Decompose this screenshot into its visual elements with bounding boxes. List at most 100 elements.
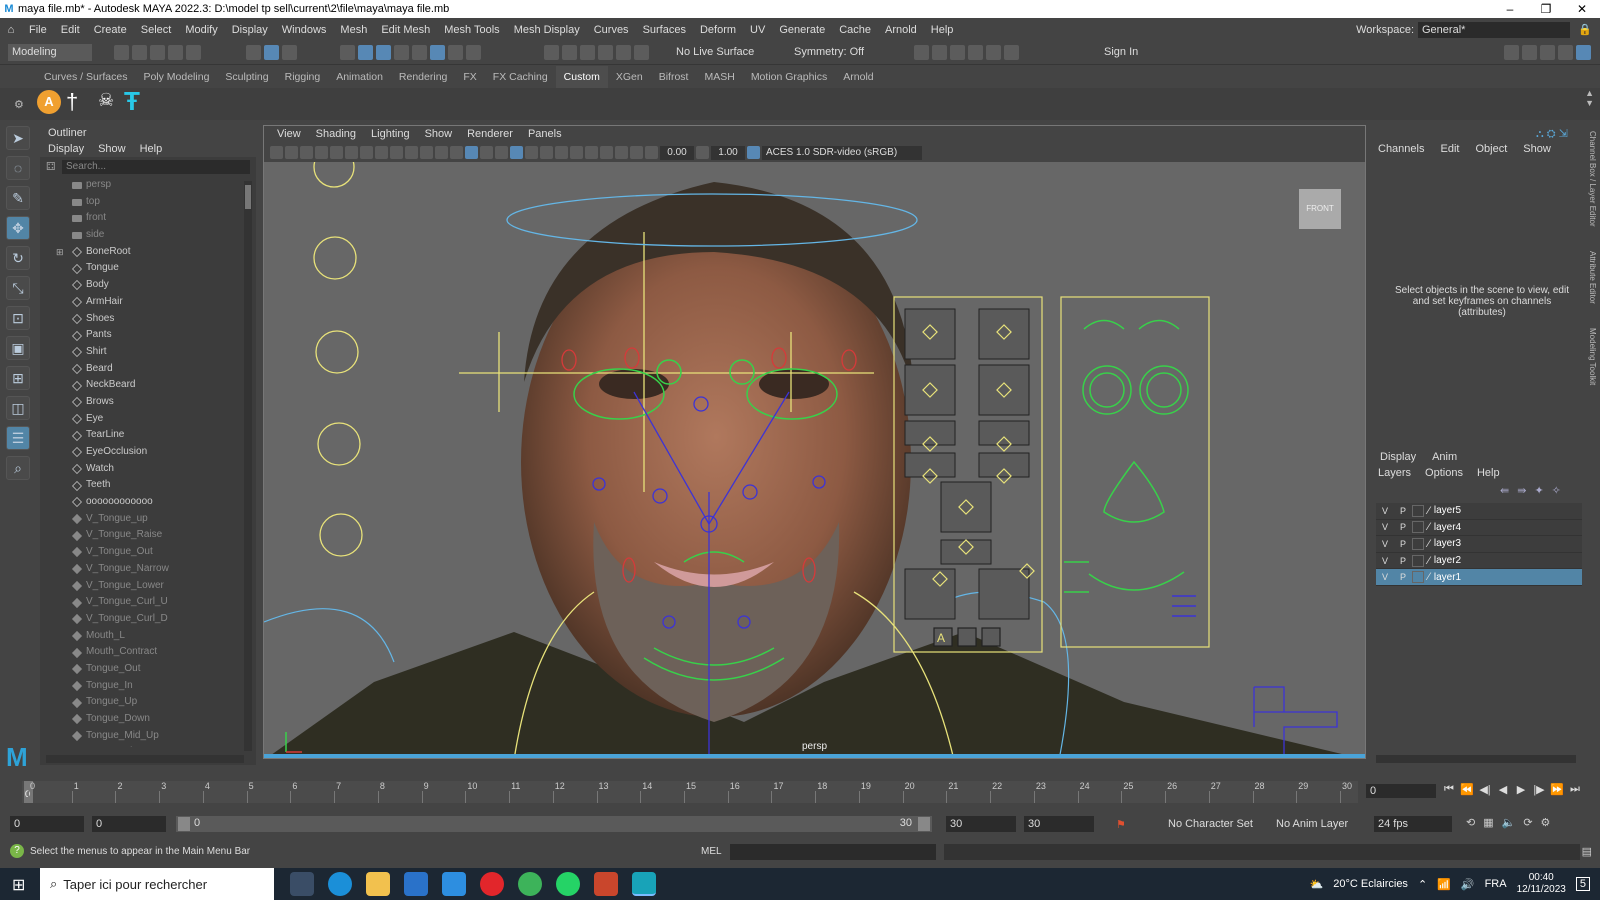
shelf-tab-curves-surfaces[interactable]: Curves / Surfaces xyxy=(36,66,135,88)
shelf-tab-rendering[interactable]: Rendering xyxy=(391,66,455,88)
layer-playback-toggle[interactable]: P xyxy=(1394,572,1412,582)
antialias-icon[interactable] xyxy=(615,146,628,159)
anim-start-field[interactable]: 0 xyxy=(92,816,166,832)
menu-windows[interactable]: Windows xyxy=(275,24,334,36)
undo-icon[interactable] xyxy=(168,45,183,60)
image-plane-icon[interactable] xyxy=(315,146,328,159)
film-gate-icon[interactable] xyxy=(375,146,388,159)
current-frame-field[interactable]: 0 xyxy=(1366,784,1436,798)
isolate-icon[interactable] xyxy=(585,146,598,159)
outliner-item[interactable]: Mouth_Contract xyxy=(40,644,244,661)
shelf-tab-arnold[interactable]: Arnold xyxy=(835,66,881,88)
viewport-menu-panels[interactable]: Panels xyxy=(521,126,569,143)
snap-surface-icon[interactable] xyxy=(412,45,427,60)
network-icon[interactable]: 📶 xyxy=(1437,878,1451,891)
layer-row[interactable]: V P ⁄ layer5 xyxy=(1376,503,1582,520)
outliner-item[interactable]: persp xyxy=(40,177,244,194)
outliner-item[interactable]: Tongue_Down xyxy=(40,711,244,728)
cb-menu-show[interactable]: Show xyxy=(1523,143,1551,155)
outliner-item[interactable]: Beard xyxy=(40,361,244,378)
menu-select[interactable]: Select xyxy=(134,24,179,36)
twod-pan-icon[interactable] xyxy=(330,146,343,159)
fps-dropdown[interactable]: 24 fps xyxy=(1374,816,1452,832)
smooth-shade-icon[interactable] xyxy=(465,146,478,159)
outliner-item[interactable]: Body xyxy=(40,277,244,294)
menu-modify[interactable]: Modify xyxy=(178,24,224,36)
shelf-tab-poly-modeling[interactable]: Poly Modeling xyxy=(135,66,217,88)
new-layer-selected-icon[interactable]: ✧ xyxy=(1552,484,1561,497)
menu-cache[interactable]: Cache xyxy=(832,24,878,36)
move-layer-down-icon[interactable]: ⇛ xyxy=(1517,484,1526,497)
outliner-item[interactable]: Shoes xyxy=(40,311,244,328)
layer-hscrollbar[interactable] xyxy=(1376,755,1576,763)
layer-color-swatch[interactable] xyxy=(1412,521,1424,534)
shelf-tab-mash[interactable]: MASH xyxy=(696,66,742,88)
select-tool-icon[interactable]: ➤ xyxy=(6,126,30,150)
outliner-item[interactable]: Eye xyxy=(40,411,244,428)
render-frame-icon[interactable] xyxy=(914,45,929,60)
rotate-tool-icon[interactable]: ↻ xyxy=(6,246,30,270)
viewport-menu-renderer[interactable]: Renderer xyxy=(460,126,520,143)
outliner-item[interactable]: EyeOcclusion xyxy=(40,444,244,461)
layer-visibility-toggle[interactable]: V xyxy=(1376,506,1394,516)
whatsapp-icon[interactable] xyxy=(556,872,580,896)
outliner-item[interactable]: Tongue_Mid_Up xyxy=(40,728,244,745)
move-layer-up-icon[interactable]: ⇚ xyxy=(1500,484,1509,497)
two-view-icon[interactable]: ◫ xyxy=(6,396,30,420)
language-indicator[interactable]: FRA xyxy=(1485,878,1507,890)
viewport-menu-show[interactable]: Show xyxy=(418,126,460,143)
shelf-tab-motion-graphics[interactable]: Motion Graphics xyxy=(743,66,835,88)
new-layer-icon[interactable]: ✦ xyxy=(1534,484,1543,497)
menu-generate[interactable]: Generate xyxy=(772,24,832,36)
windows-start-icon[interactable]: ⊞ xyxy=(12,875,25,895)
outliner-item[interactable]: ArmHair xyxy=(40,294,244,311)
xray-joints-icon[interactable] xyxy=(570,146,583,159)
textured-icon[interactable] xyxy=(495,146,508,159)
filter-icon[interactable]: ⚃ xyxy=(46,160,56,173)
scale-tool-icon[interactable]: ⤡ xyxy=(6,276,30,300)
menu-mesh[interactable]: Mesh xyxy=(333,24,374,36)
save-scene-icon[interactable] xyxy=(150,45,165,60)
outliner-hscrollbar[interactable] xyxy=(46,755,244,763)
layer-row[interactable]: V P ⁄ layer2 xyxy=(1376,552,1582,570)
last-tool-icon[interactable]: ⊡ xyxy=(6,306,30,330)
shelf-tab-sculpting[interactable]: Sculpting xyxy=(217,66,276,88)
layer-color-swatch[interactable] xyxy=(1412,537,1424,550)
layout-icon-5[interactable] xyxy=(1576,45,1591,60)
outliner-layout-icon[interactable]: ☰ xyxy=(6,426,30,450)
layer-color-swatch[interactable] xyxy=(1412,554,1424,567)
menu-curves[interactable]: Curves xyxy=(587,24,636,36)
auto-key-icon[interactable]: ⚑ xyxy=(1116,818,1126,831)
four-view-icon[interactable]: ⊞ xyxy=(6,366,30,390)
open-scene-icon[interactable] xyxy=(132,45,147,60)
outliner-search-input[interactable]: Search... xyxy=(62,160,250,174)
sound-icon[interactable]: 🔈 xyxy=(1502,816,1516,829)
select-object-icon[interactable] xyxy=(264,45,279,60)
history-icon[interactable] xyxy=(634,45,649,60)
side-tab-modeling-toolkit[interactable]: Modeling Toolkit xyxy=(1588,328,1597,385)
menu-deform[interactable]: Deform xyxy=(693,24,743,36)
move-tool-icon[interactable]: ✥ xyxy=(6,216,30,240)
viewport-menu-lighting[interactable]: Lighting xyxy=(364,126,417,143)
workspace-dropdown[interactable]: General* xyxy=(1418,22,1570,38)
outliner-item[interactable]: NeckBeard xyxy=(40,377,244,394)
redo-icon[interactable] xyxy=(186,45,201,60)
render-settings-icon[interactable] xyxy=(950,45,965,60)
shelf-tab-rigging[interactable]: Rigging xyxy=(277,66,329,88)
outliner-item[interactable]: top xyxy=(40,194,244,211)
outliner-item[interactable]: Tongue_Tip_Up xyxy=(40,744,244,747)
wireframe-icon[interactable] xyxy=(450,146,463,159)
menu-create[interactable]: Create xyxy=(87,24,134,36)
outliner-item[interactable]: Tongue_Out xyxy=(40,661,244,678)
le-menu-options[interactable]: Options xyxy=(1425,467,1463,479)
viewport-panel[interactable]: View Shading Lighting Show Renderer Panels 0.… xyxy=(263,125,1366,759)
camera-select-icon[interactable] xyxy=(270,146,283,159)
camera-attributes-icon[interactable] xyxy=(285,146,298,159)
gate-mask-icon[interactable] xyxy=(405,146,418,159)
shelf-tab-fx[interactable]: FX xyxy=(455,66,484,88)
lasso-icon[interactable] xyxy=(598,45,613,60)
cb-menu-edit[interactable]: Edit xyxy=(1440,143,1459,155)
start-time-field[interactable]: 0 xyxy=(10,816,84,832)
outliner-item[interactable]: V_Tongue_Narrow xyxy=(40,561,244,578)
paint-select-tool-icon[interactable]: ✎ xyxy=(6,186,30,210)
